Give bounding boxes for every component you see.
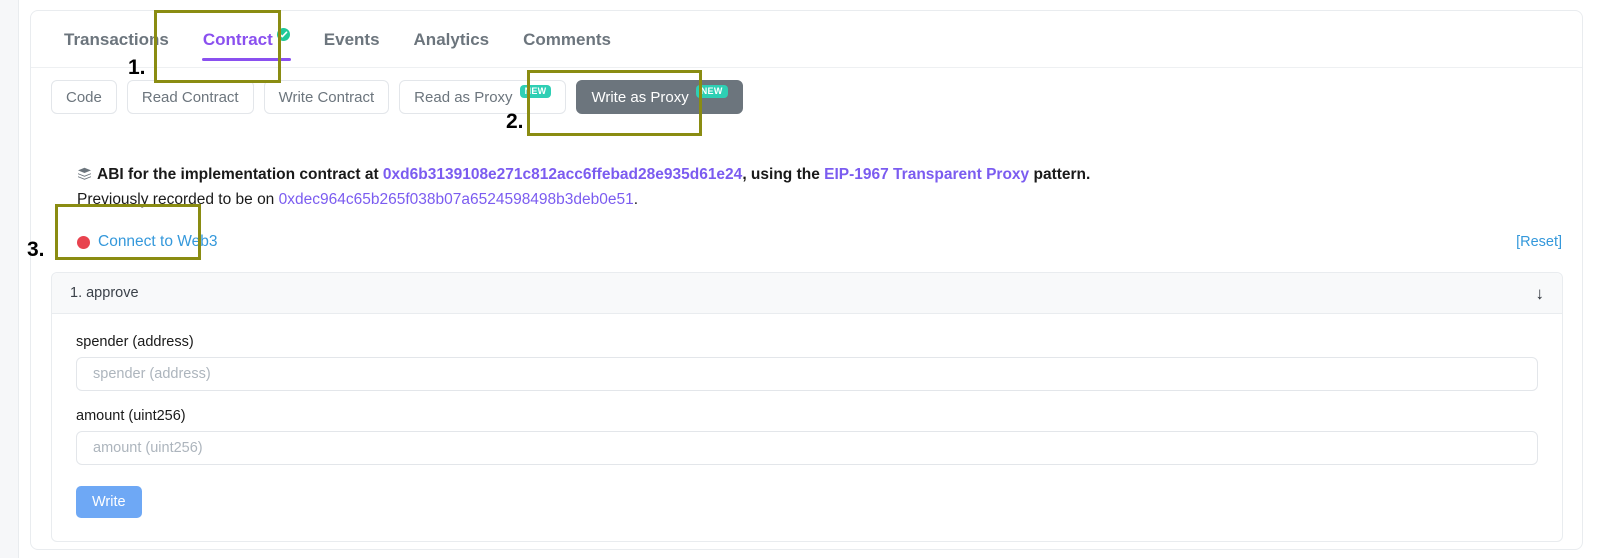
input-spender[interactable] bbox=[76, 357, 1538, 391]
abi-notice-line-1: ABI for the implementation contract at 0… bbox=[77, 163, 1090, 188]
field-group-amount: amount (uint256) bbox=[76, 408, 1538, 465]
write-button[interactable]: Write bbox=[76, 486, 142, 518]
tab-contract-underline bbox=[201, 57, 291, 61]
button-read-contract-label: Read Contract bbox=[141, 88, 239, 106]
button-write-as-proxy-label: Write as Proxy bbox=[591, 88, 689, 106]
input-amount[interactable] bbox=[76, 431, 1538, 465]
tab-comments[interactable]: Comments bbox=[506, 11, 628, 68]
tab-contract[interactable]: Contract bbox=[186, 11, 307, 68]
button-code[interactable]: Code bbox=[51, 80, 117, 114]
button-read-as-proxy[interactable]: Read as Proxy NEW bbox=[399, 80, 567, 114]
button-write-contract-label: Write Contract bbox=[278, 88, 375, 106]
label-spender: spender (address) bbox=[76, 334, 194, 350]
previous-address-link[interactable]: 0xdec964c65b265f038b07a6524598498b3deb0e… bbox=[279, 191, 634, 208]
tab-analytics-label: Analytics bbox=[413, 29, 490, 49]
tab-analytics[interactable]: Analytics bbox=[397, 11, 507, 68]
contract-sub-nav: Code Read Contract Write Contract Read a… bbox=[51, 80, 743, 114]
function-accordion-approve: 1. approve ↓ spender (address) amount (u… bbox=[51, 272, 1563, 542]
button-read-as-proxy-label: Read as Proxy bbox=[414, 88, 513, 106]
field-group-spender: spender (address) bbox=[76, 334, 1538, 391]
arrow-down-icon[interactable]: ↓ bbox=[1536, 285, 1545, 302]
contract-card: Transactions Contract Events Analytics C… bbox=[30, 10, 1583, 550]
button-read-contract[interactable]: Read Contract bbox=[126, 80, 254, 114]
connect-to-web3-row[interactable]: Connect to Web3 bbox=[77, 233, 217, 251]
button-write-contract[interactable]: Write Contract bbox=[263, 80, 390, 114]
previous-record-suffix: . bbox=[633, 191, 639, 208]
previous-record-prefix: Previously recorded to be on bbox=[77, 191, 279, 208]
tab-events-label: Events bbox=[323, 29, 380, 49]
abi-notice-line-2: Previously recorded to be on 0xdec964c65… bbox=[77, 188, 1090, 211]
new-badge-read-as-proxy: NEW bbox=[519, 84, 552, 98]
tab-transactions-label: Transactions bbox=[64, 29, 169, 49]
tab-comments-label: Comments bbox=[523, 29, 611, 49]
tab-bar: Transactions Contract Events Analytics C… bbox=[31, 11, 1582, 68]
new-badge-write-as-proxy: NEW bbox=[695, 84, 728, 98]
screen-root: Transactions Contract Events Analytics C… bbox=[0, 0, 1600, 558]
button-write-as-proxy[interactable]: Write as Proxy NEW bbox=[576, 80, 743, 114]
abi-notice-suffix: pattern. bbox=[1029, 166, 1091, 183]
page-gutter bbox=[0, 0, 19, 558]
accordion-header-approve[interactable]: 1. approve ↓ bbox=[52, 273, 1562, 314]
accordion-body-approve: spender (address) amount (uint256) Write bbox=[52, 314, 1562, 518]
abi-notice-middle: , using the bbox=[742, 166, 825, 183]
eip-1967-proxy-pattern-link[interactable]: EIP-1967 Transparent Proxy bbox=[824, 166, 1029, 183]
connect-to-web3-link[interactable]: Connect to Web3 bbox=[98, 233, 217, 251]
web3-status-dot-icon bbox=[77, 235, 90, 249]
tab-contract-label: Contract bbox=[202, 29, 273, 49]
label-amount: amount (uint256) bbox=[76, 408, 186, 424]
accordion-title-approve: 1. approve bbox=[70, 285, 139, 301]
verified-check-icon bbox=[276, 27, 290, 41]
stack-icon bbox=[77, 167, 92, 185]
reset-link[interactable]: [Reset] bbox=[1516, 234, 1562, 250]
tab-transactions[interactable]: Transactions bbox=[47, 11, 186, 68]
abi-notice: ABI for the implementation contract at 0… bbox=[77, 163, 1090, 211]
implementation-address-link[interactable]: 0xd6b3139108e271c812acc6ffebad28e935d61e… bbox=[383, 166, 742, 183]
tab-events[interactable]: Events bbox=[307, 11, 397, 68]
button-code-label: Code bbox=[66, 88, 102, 106]
abi-notice-prefix: ABI for the implementation contract at bbox=[97, 166, 383, 183]
